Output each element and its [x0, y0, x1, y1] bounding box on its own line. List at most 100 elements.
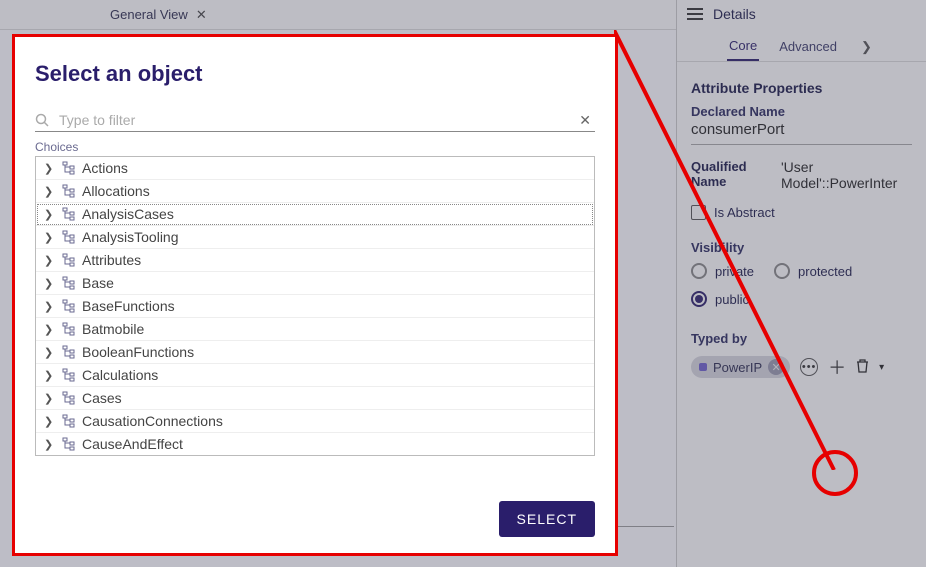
select-object-dialog: Select an object ✕ Choices ❯Actions❯Allo… [12, 34, 618, 556]
is-abstract-label: Is Abstract [714, 205, 775, 220]
expand-caret-icon[interactable]: ❯ [44, 208, 56, 221]
choice-item[interactable]: ❯ BaseFunctions [36, 295, 594, 318]
typed-by-chip[interactable]: PowerIP ✕ [691, 356, 790, 378]
package-icon [62, 437, 76, 451]
package-icon [62, 230, 76, 244]
choice-item[interactable]: ❯ Cases [36, 387, 594, 410]
package-icon [62, 161, 76, 175]
choice-item[interactable]: ❯ AnalysisCases [36, 203, 594, 226]
expand-caret-icon[interactable]: ❯ [44, 346, 56, 359]
is-abstract-row[interactable]: Is Abstract [691, 205, 912, 220]
details-tabs: Core Advanced ❯ [677, 28, 926, 62]
tabs-scroll-right-icon[interactable]: ❯ [861, 39, 872, 55]
typed-by-row: PowerIP ✕ ••• ＋ ▾ [691, 354, 912, 380]
choice-item[interactable]: ❯ Calculations [36, 364, 594, 387]
package-icon [62, 253, 76, 267]
expand-caret-icon[interactable]: ❯ [44, 369, 56, 382]
tab-general-view[interactable]: General View ✕ [110, 7, 207, 23]
tab-core[interactable]: Core [727, 32, 759, 61]
choice-item[interactable]: ❯ Batmobile [36, 318, 594, 341]
choice-item[interactable]: ❯ CauseAndEffect [36, 433, 594, 456]
package-icon [62, 414, 76, 428]
radio-label: protected [798, 264, 852, 279]
dialog-footer: SELECT [35, 491, 595, 537]
choice-label: CauseAndEffect [82, 436, 183, 452]
expand-caret-icon[interactable]: ❯ [44, 231, 56, 244]
filter-row: ✕ [35, 109, 595, 132]
radio-icon [691, 291, 707, 307]
visibility-private[interactable]: private [691, 263, 754, 279]
radio-label: public [715, 292, 749, 307]
choice-item[interactable]: ❯ Attributes [36, 249, 594, 272]
expand-caret-icon[interactable]: ❯ [44, 323, 56, 336]
details-header: Details [677, 0, 926, 28]
expand-caret-icon[interactable]: ❯ [44, 162, 56, 175]
typed-by-browse-button[interactable]: ••• [800, 358, 818, 376]
separator [618, 526, 674, 527]
typed-by-menu-caret-icon[interactable]: ▾ [879, 362, 884, 373]
choice-label: Attributes [82, 252, 141, 268]
qualified-name-value: 'User Model'::PowerInter [781, 159, 912, 191]
tab-advanced[interactable]: Advanced [777, 33, 839, 60]
package-icon [62, 299, 76, 313]
choice-label: Allocations [82, 183, 150, 199]
choices-list[interactable]: ❯Actions❯Allocations❯AnalysisCases❯Analy… [35, 156, 595, 456]
choice-item[interactable]: ❯Actions [36, 157, 594, 180]
search-icon [35, 113, 49, 127]
visibility-group-row1: private protected [691, 263, 912, 283]
expand-caret-icon[interactable]: ❯ [44, 277, 56, 290]
choice-item[interactable]: ❯ Base [36, 272, 594, 295]
select-button[interactable]: SELECT [499, 501, 595, 537]
chip-dot-icon [699, 363, 707, 371]
choice-label: BooleanFunctions [82, 344, 194, 360]
is-abstract-checkbox[interactable] [691, 205, 706, 220]
radio-label: private [715, 264, 754, 279]
choice-label: AnalysisCases [82, 206, 174, 222]
choice-label: Base [82, 275, 114, 291]
radio-icon [774, 263, 790, 279]
qualified-name-row: Qualified Name 'User Model'::PowerInter [691, 159, 912, 191]
expand-caret-icon[interactable]: ❯ [44, 415, 56, 428]
choices-label: Choices [35, 140, 595, 154]
expand-caret-icon[interactable]: ❯ [44, 300, 56, 313]
editor-tabs: General View ✕ [0, 0, 676, 30]
expand-caret-icon[interactable]: ❯ [44, 392, 56, 405]
choice-item[interactable]: ❯ Allocations [36, 180, 594, 203]
filter-input[interactable] [57, 111, 575, 129]
radio-icon [691, 263, 707, 279]
visibility-protected[interactable]: protected [774, 263, 852, 279]
typed-by-label: Typed by [691, 331, 912, 346]
details-title: Details [713, 6, 756, 22]
expand-caret-icon[interactable]: ❯ [44, 438, 56, 451]
details-panel: Details Core Advanced ❯ Attribute Proper… [676, 0, 926, 567]
clear-filter-icon[interactable]: ✕ [575, 112, 595, 129]
declared-name-value[interactable]: consumerPort [691, 119, 912, 145]
choice-label: Cases [82, 390, 122, 406]
choice-item[interactable]: ❯ CausationConnections [36, 410, 594, 433]
choice-label: Batmobile [82, 321, 144, 337]
package-icon [62, 322, 76, 336]
visibility-label: Visibility [691, 240, 912, 255]
choice-label: BaseFunctions [82, 298, 175, 314]
choice-label: Calculations [82, 367, 158, 383]
package-icon [62, 391, 76, 405]
choice-label: CausationConnections [82, 413, 223, 429]
chip-remove-icon[interactable]: ✕ [768, 359, 784, 375]
expand-caret-icon[interactable]: ❯ [44, 185, 56, 198]
close-tab-icon[interactable]: ✕ [196, 7, 207, 23]
declared-name-label: Declared Name [691, 104, 912, 119]
details-body: Attribute Properties Declared Name consu… [677, 62, 926, 390]
visibility-public[interactable]: public [691, 291, 912, 307]
package-icon [62, 207, 76, 221]
choice-item[interactable]: ❯AnalysisTooling [36, 226, 594, 249]
section-title: Attribute Properties [691, 80, 912, 96]
package-icon [62, 345, 76, 359]
expand-caret-icon[interactable]: ❯ [44, 254, 56, 267]
hamburger-icon[interactable] [687, 8, 703, 20]
typed-by-add-icon[interactable]: ＋ [828, 354, 846, 380]
typed-by-delete-icon[interactable] [856, 359, 869, 376]
chip-label: PowerIP [713, 360, 762, 375]
package-icon [62, 368, 76, 382]
tab-label: General View [110, 7, 188, 22]
choice-item[interactable]: ❯ BooleanFunctions [36, 341, 594, 364]
